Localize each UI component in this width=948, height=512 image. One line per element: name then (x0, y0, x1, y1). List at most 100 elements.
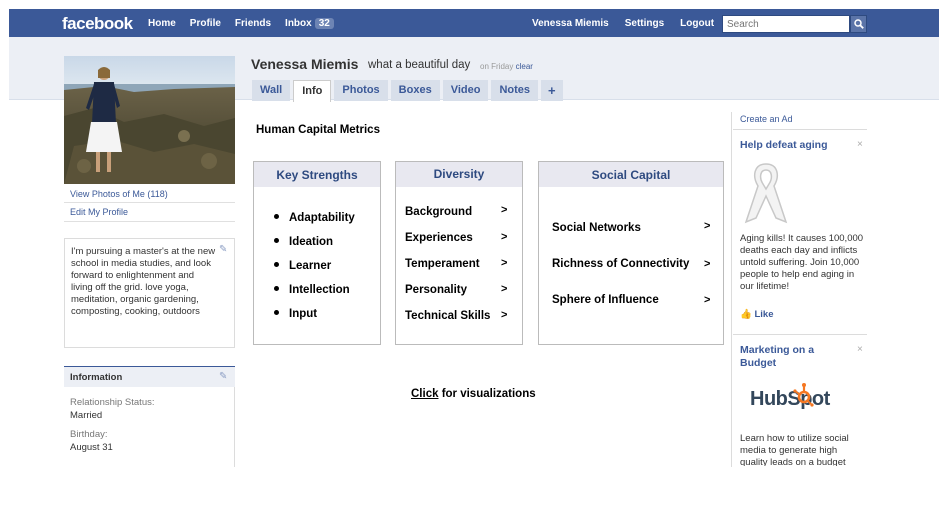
diversity-item[interactable]: Background (405, 206, 472, 218)
tab-wall[interactable]: Wall (252, 80, 291, 101)
sidebar-divider (64, 202, 235, 203)
search-button[interactable] (850, 15, 867, 33)
diversity-title: Diversity (396, 162, 522, 187)
ad-divider (733, 129, 867, 130)
nav-inbox[interactable]: Inbox 32 (285, 18, 334, 29)
profile-name: Venessa Miemis (251, 56, 359, 72)
hubspot-logo[interactable]: HubSpot (750, 388, 830, 411)
tab-info[interactable]: Info (293, 80, 332, 102)
nav-friends[interactable]: Friends (235, 18, 271, 29)
chevron-right-icon[interactable]: > (501, 257, 507, 269)
information-header: Information (64, 366, 235, 387)
strength-label: Intellection (289, 284, 350, 296)
ad-divider (733, 334, 867, 335)
pencil-icon[interactable]: ✎ (219, 244, 227, 255)
search-icon (853, 19, 864, 29)
nav-logout[interactable]: Logout (680, 18, 714, 29)
visualizations-line: Click for visualizations (411, 388, 536, 400)
ad-title-marketing[interactable]: Marketing on a Budget (740, 344, 840, 370)
strength-item: Input (274, 308, 317, 320)
birthday-label: Birthday: (70, 429, 108, 440)
tab-photos[interactable]: Photos (334, 80, 388, 101)
inbox-count-badge: 32 (314, 18, 334, 29)
nav-profile[interactable]: Profile (190, 18, 221, 29)
social-capital-item[interactable]: Sphere of Influence (552, 294, 659, 306)
social-capital-title: Social Capital (539, 162, 723, 187)
human-capital-title: Human Capital Metrics (256, 124, 380, 136)
strength-label: Ideation (289, 236, 334, 248)
strength-item: Ideation (274, 236, 333, 248)
strength-item: Adaptability (274, 212, 355, 224)
bullet-icon (274, 214, 279, 220)
status-meta: on Friday clear (480, 62, 533, 71)
nav-home[interactable]: Home (148, 18, 176, 29)
bullet-icon (274, 262, 279, 268)
tab-boxes[interactable]: Boxes (390, 80, 440, 101)
strength-label: Input (289, 308, 318, 320)
ads-column-border (731, 112, 732, 467)
chevron-right-icon[interactable]: > (501, 309, 507, 321)
bullet-icon (274, 286, 279, 292)
chevron-right-icon[interactable]: > (501, 231, 507, 243)
tab-notes[interactable]: Notes (491, 80, 539, 101)
strength-item: Learner (274, 260, 331, 272)
create-ad-link[interactable]: Create an Ad (740, 114, 793, 124)
thumbs-up-icon: 👍 (740, 309, 752, 320)
ad-title-aging[interactable]: Help defeat aging (740, 139, 828, 152)
facebook-logo[interactable]: facebook (62, 14, 133, 34)
status-time: on Friday (480, 62, 514, 71)
social-capital-item[interactable]: Richness of Connectivity (552, 258, 689, 270)
add-tab-button[interactable]: + (541, 80, 563, 101)
close-icon[interactable]: × (857, 344, 863, 355)
bio-box: I'm pursuing a master's at the new schoo… (64, 238, 235, 348)
strength-label: Learner (289, 260, 332, 272)
ad-text-aging: Aging kills! It causes 100,000 deaths ea… (740, 233, 864, 292)
pencil-icon[interactable]: ✎ (219, 371, 227, 382)
account-nav: Venessa Miemis Settings Logout (532, 18, 714, 29)
search-input[interactable] (722, 15, 850, 33)
birthday-value: August 31 (70, 442, 113, 453)
edit-profile-link[interactable]: Edit My Profile (70, 207, 128, 217)
nav-settings[interactable]: Settings (625, 18, 664, 29)
tab-video[interactable]: Video (442, 80, 489, 101)
clear-status-link[interactable]: clear (516, 62, 533, 71)
view-photos-link[interactable]: View Photos of Me (118) (70, 189, 168, 199)
relationship-label: Relationship Status: (70, 397, 155, 408)
bullet-icon (274, 238, 279, 244)
close-icon[interactable]: × (857, 139, 863, 150)
ad-text-marketing: Learn how to utilize social media to gen… (740, 433, 849, 466)
chevron-right-icon[interactable]: > (704, 294, 710, 306)
ribbon-icon (744, 163, 788, 224)
chevron-right-icon[interactable]: > (704, 258, 710, 270)
social-capital-item[interactable]: Social Networks (552, 222, 641, 234)
bio-text: I'm pursuing a master's at the new schoo… (71, 246, 216, 317)
bullet-icon (274, 310, 279, 316)
sidebar-divider (64, 221, 235, 222)
chevron-right-icon[interactable]: > (501, 283, 507, 295)
profile-tabs: Wall Info Photos Boxes Video Notes + (252, 80, 563, 102)
profile-photo[interactable] (64, 56, 235, 184)
nav-user-name[interactable]: Venessa Miemis (532, 18, 609, 29)
relationship-value: Married (70, 410, 103, 421)
diversity-item[interactable]: Experiences (405, 232, 473, 244)
hubspot-sprocket-icon (793, 383, 814, 407)
chevron-right-icon[interactable]: > (704, 220, 710, 232)
social-capital-card: Social Capital (538, 161, 724, 345)
click-link[interactable]: Click (411, 388, 439, 400)
diversity-item[interactable]: Technical Skills (405, 310, 490, 322)
hubspot-logo-text: HubSpot (750, 388, 830, 410)
like-label: Like (754, 309, 774, 320)
visualizations-text: for visualizations (438, 388, 536, 400)
diversity-item[interactable]: Personality (405, 284, 467, 296)
strength-item: Intellection (274, 284, 350, 296)
chevron-right-icon[interactable]: > (501, 204, 507, 216)
key-strengths-title: Key Strengths (254, 162, 380, 187)
nav-inbox-label: Inbox (285, 18, 312, 29)
top-nav-bar: facebook Home Profile Friends Inbox 32 Ve… (9, 9, 939, 37)
sidebar-border (234, 387, 235, 467)
like-button[interactable]: 👍 Like (740, 309, 774, 320)
information-title: Information (70, 372, 123, 383)
strength-label: Adaptability (289, 212, 355, 224)
diversity-item[interactable]: Temperament (405, 258, 480, 270)
primary-nav: Home Profile Friends Inbox 32 (148, 18, 334, 29)
